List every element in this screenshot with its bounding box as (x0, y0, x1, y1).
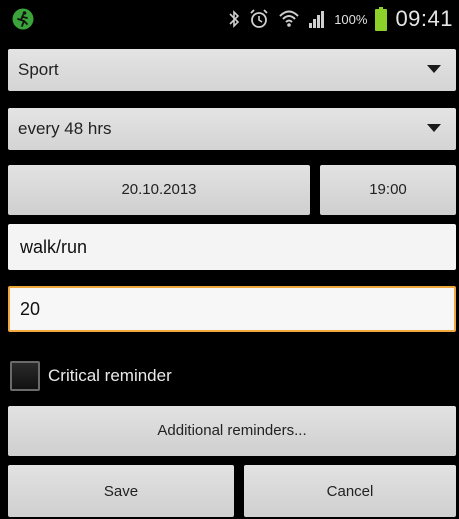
chevron-down-icon (427, 124, 441, 132)
save-label: Save (103, 483, 139, 500)
time-label: 19:00 (369, 181, 407, 198)
signal-icon (308, 9, 326, 29)
category-value: Sport (18, 60, 59, 79)
time-button[interactable]: 19:00 (320, 165, 456, 215)
running-man-icon (12, 8, 34, 30)
additional-reminders-button[interactable]: Additional reminders... (8, 406, 456, 456)
additional-reminders-label: Additional reminders... (157, 422, 307, 439)
save-button[interactable]: Save (8, 465, 234, 517)
title-value: walk/run (20, 237, 88, 257)
amount-field[interactable]: 20 (8, 286, 456, 332)
chevron-down-icon (427, 65, 441, 73)
date-button[interactable]: 20.10.2013 (8, 165, 310, 215)
status-clock: 09:41 (395, 6, 453, 31)
critical-reminder-row[interactable]: Critical reminder (10, 356, 172, 396)
repeat-value: every 48 hrs (18, 119, 112, 138)
battery-percent: 100% (334, 11, 368, 27)
bluetooth-icon (228, 9, 240, 29)
repeat-spinner[interactable]: every 48 hrs (8, 108, 456, 150)
battery-icon (375, 7, 388, 31)
title-field[interactable]: walk/run (8, 224, 456, 270)
critical-reminder-checkbox[interactable] (10, 361, 40, 391)
status-bar: 100% 09:41 (0, 0, 459, 38)
alarm-icon (248, 8, 270, 30)
status-icons: 100% 09:41 (228, 6, 453, 32)
amount-value: 20 (20, 299, 41, 319)
cancel-label: Cancel (326, 483, 374, 500)
wifi-icon (278, 8, 300, 30)
cancel-button[interactable]: Cancel (244, 465, 456, 517)
category-spinner[interactable]: Sport (8, 49, 456, 91)
date-label: 20.10.2013 (121, 181, 197, 198)
critical-reminder-label: Critical reminder (48, 366, 172, 385)
